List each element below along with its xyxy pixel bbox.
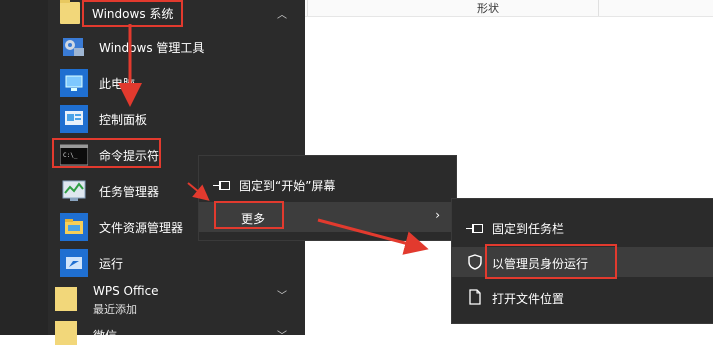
start-menu-rail — [0, 0, 48, 335]
start-item-run[interactable]: 运行 — [48, 245, 305, 281]
start-item-wps-office[interactable]: WPS Office 最近添加 ﹀ — [48, 281, 305, 317]
menu-item-pin-taskbar[interactable]: 固定到任务栏 — [452, 213, 713, 241]
start-item-label: 文件资源管理器 — [99, 221, 184, 235]
menu-item-label: 固定到“开始”屏幕 — [239, 179, 336, 193]
start-item-label: Windows 管理工具 — [99, 41, 205, 55]
shield-icon — [468, 254, 482, 270]
pin-icon — [213, 179, 231, 195]
highlight-windows-system — [82, 0, 183, 27]
gear-tools-icon — [63, 38, 84, 56]
run-icon — [60, 249, 88, 277]
start-item-label: 控制面板 — [99, 113, 148, 127]
folder-icon — [60, 0, 80, 24]
column-header-shape[interactable]: 形状 — [477, 0, 499, 16]
start-item-label: 运行 — [99, 257, 124, 271]
control-panel-icon — [60, 105, 88, 133]
chevron-up-icon[interactable]: ︿ — [277, 6, 287, 21]
column-divider[interactable] — [307, 0, 308, 16]
chevron-down-icon[interactable]: ﹀ — [277, 287, 287, 302]
menu-item-open-location[interactable]: 打开文件位置 — [452, 283, 713, 311]
menu-item-pin-start[interactable]: 固定到“开始”屏幕 — [199, 170, 456, 198]
column-divider[interactable] — [598, 0, 599, 16]
folder-icon — [55, 287, 77, 311]
start-item-label: WPS Office — [93, 284, 159, 298]
start-item-label: 此电脑 — [99, 77, 136, 91]
column-header-bar: 形状 — [305, 0, 713, 17]
folder-icon — [60, 213, 88, 241]
start-item-admin-tools[interactable]: Windows 管理工具 — [48, 29, 305, 65]
start-item-label: 微信 — [93, 329, 118, 343]
start-item-wechat[interactable]: 微信 ﹀ — [48, 318, 305, 354]
computer-icon — [60, 69, 88, 97]
chevron-right-icon: › — [435, 208, 440, 222]
folder-icon — [55, 321, 77, 345]
start-item-control-panel[interactable]: 控制面板 — [48, 101, 305, 137]
document-icon — [469, 289, 481, 305]
recently-added-label: 最近添加 — [93, 303, 137, 316]
start-item-this-pc[interactable]: 此电脑 — [48, 65, 305, 101]
pin-icon — [466, 222, 484, 238]
highlight-more — [214, 201, 284, 229]
task-manager-icon — [62, 180, 86, 201]
highlight-run-as-admin — [485, 244, 617, 279]
start-item-label: 任务管理器 — [99, 185, 160, 199]
highlight-command-prompt — [52, 138, 161, 168]
menu-item-label: 打开文件位置 — [492, 292, 565, 306]
menu-item-label: 固定到任务栏 — [492, 222, 565, 236]
